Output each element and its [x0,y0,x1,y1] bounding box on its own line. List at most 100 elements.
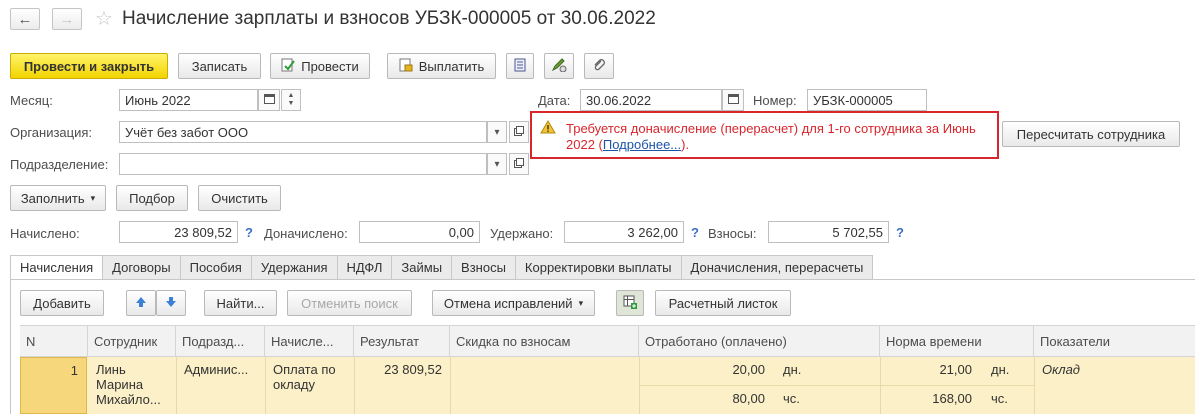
date-calendar-button[interactable] [722,89,744,111]
tab-ndfl[interactable]: НДФЛ [337,255,393,280]
accrued-field: 23 809,52 [119,221,238,243]
month-label: Месяц: [10,93,53,108]
arrow-up-icon [135,296,147,311]
pencil-icon [551,57,567,75]
tab-bar: Начисления Договоры Пособия Удержания НД… [10,255,874,280]
col-employee[interactable]: Сотрудник [88,326,176,357]
withheld-field: 3 262,00 [564,221,684,243]
tab-accruals[interactable]: Начисления [10,255,104,280]
department-field[interactable] [119,153,487,175]
col-department[interactable]: Подразд... [176,326,265,357]
worked-hours-cell[interactable]: 80,00 [639,386,773,411]
number-field[interactable]: УБЗК-000005 [807,89,927,111]
calendar-button[interactable] [258,89,280,111]
additional-field: 0,00 [359,221,480,243]
accrued-help-icon[interactable]: ? [245,225,253,240]
warning-tail: ). [681,137,690,152]
organization-dropdown[interactable]: ▾ [487,121,507,143]
attachment-button[interactable] [584,53,614,79]
payslip-button[interactable]: Расчетный листок [655,290,791,316]
worked-days-unit: дн. [783,362,802,377]
table-row[interactable]: 1 Линь Марина Михайло... Админис... Опла… [20,357,1195,414]
add-button[interactable]: Добавить [20,290,104,316]
col-worked[interactable]: Отработано (оплачено) [639,326,880,357]
norm-hours-cell[interactable]: 168,00 [880,386,980,411]
cancel-corrections-button[interactable]: Отмена исправлений ▾ [432,290,595,316]
result-cell[interactable]: 23 809,52 [354,357,450,382]
recalc-warning: Требуется доначисление (перерасчет) для … [530,111,999,159]
indicator-cell[interactable]: Оклад [1034,357,1195,382]
col-n[interactable]: N [20,326,88,357]
edit-button[interactable] [544,53,574,79]
dropdown-arrow-icon: ▾ [90,192,96,203]
spin-down-icon: ▼ [287,100,295,107]
withheld-help-icon[interactable]: ? [691,225,699,240]
col-result[interactable]: Результат [354,326,450,357]
col-contribution-discount[interactable]: Скидка по взносам [450,326,639,357]
post-icon [281,58,296,75]
open-icon [514,157,524,171]
post-and-close-button[interactable]: Провести и закрыть [10,53,168,79]
save-button[interactable]: Записать [178,53,261,79]
organization-label: Организация: [10,125,93,140]
warning-icon [540,120,556,137]
pay-button[interactable]: Выплатить [387,53,496,79]
cancel-corrections-label: Отмена исправлений [443,295,573,311]
norm-hours-unit: чс. [991,391,1008,406]
department-cell[interactable]: Админис... [176,357,265,382]
discount-cell[interactable] [450,357,639,367]
norm-days-unit: дн. [991,362,1010,377]
tab-benefits[interactable]: Пособия [180,255,252,280]
fill-button-label: Заполнить [20,190,85,206]
norm-days-cell[interactable]: 21,00 [880,357,980,382]
find-button[interactable]: Найти... [204,290,277,316]
recalculate-employee-button[interactable]: Пересчитать сотрудника [1002,121,1180,147]
month-field[interactable]: Июнь 2022 [119,89,258,111]
col-norm-time[interactable]: Норма времени [880,326,1034,357]
tab-loans[interactable]: Займы [392,255,453,280]
tab-recalculations[interactable]: Доначисления, перерасчеты [681,255,874,280]
calendar-icon [263,93,275,107]
dropdown-arrow-icon: ▾ [494,158,500,170]
arrow-down-icon [165,296,177,311]
add-row-grid-button[interactable] [616,290,644,316]
dropdown-arrow-icon: ▾ [578,297,584,308]
forward-button[interactable]: → [52,8,82,30]
clear-button[interactable]: Очистить [198,185,281,211]
department-open-button[interactable] [509,153,529,175]
date-label: Дата: [538,93,571,108]
tab-contributions[interactable]: Взносы [452,255,516,280]
col-accrual[interactable]: Начисле... [265,326,354,357]
post-button-label: Провести [301,58,359,74]
tab-payment-corrections[interactable]: Корректировки выплаты [515,255,682,280]
worked-hours-unit: чс. [783,391,800,406]
employee-cell[interactable]: Линь Марина Михайло... [88,357,176,412]
page-title: Начисление зарплаты и взносов УБЗК-00000… [122,8,656,29]
row-number[interactable]: 1 [20,357,87,414]
contributions-label: Взносы: [708,226,757,241]
calendar-icon [727,93,739,107]
month-spinner[interactable]: ▲ ▼ [281,89,301,111]
worked-days-cell[interactable]: 20,00 [639,357,773,382]
col-indicators[interactable]: Показатели [1034,326,1195,357]
select-button[interactable]: Подбор [116,185,188,211]
favorite-star-icon[interactable]: ☆ [95,6,113,31]
table-header: N Сотрудник Подразд... Начисле... Резуль… [20,325,1195,357]
post-button[interactable]: Провести [270,53,370,79]
journal-button[interactable] [506,53,534,79]
number-label: Номер: [753,93,797,108]
department-dropdown[interactable]: ▾ [487,153,507,175]
back-button[interactable]: ← [10,8,40,30]
fill-button[interactable]: Заполнить ▾ [10,185,106,211]
accrual-cell[interactable]: Оплата по окладу [265,357,354,397]
tab-deductions[interactable]: Удержания [251,255,338,280]
date-field[interactable]: 30.06.2022 [580,89,722,111]
organization-field[interactable]: Учёт без забот ООО [119,121,487,143]
cancel-search-button[interactable]: Отменить поиск [287,290,412,316]
move-up-button[interactable] [126,290,156,316]
move-down-button[interactable] [156,290,186,316]
organization-open-button[interactable] [509,121,529,143]
tab-contracts[interactable]: Договоры [103,255,181,280]
contributions-help-icon[interactable]: ? [896,225,904,240]
details-link[interactable]: Подробнее... [603,137,681,152]
